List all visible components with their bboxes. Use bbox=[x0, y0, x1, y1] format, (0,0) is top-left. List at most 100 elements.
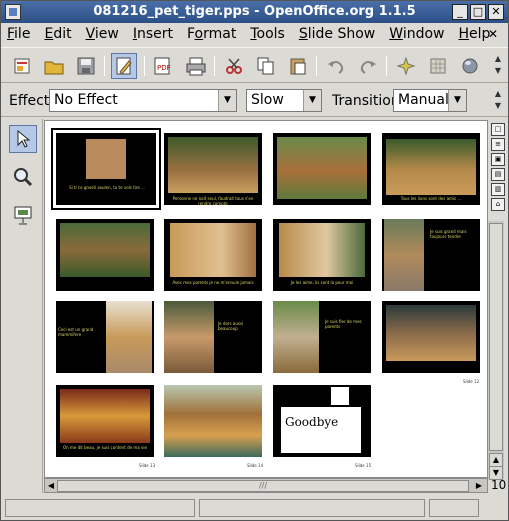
select-arrow-icon[interactable] bbox=[9, 125, 37, 153]
outline-view-icon[interactable]: ≡ bbox=[491, 138, 505, 151]
slide-thumbnail[interactable] bbox=[273, 133, 371, 205]
status-field-info bbox=[199, 499, 425, 517]
slide-thumbnail[interactable] bbox=[56, 219, 154, 291]
menu-insert[interactable]: Insert bbox=[133, 26, 173, 42]
menu-view[interactable]: View bbox=[86, 26, 119, 42]
chevron-down-icon[interactable]: ▼ bbox=[448, 90, 466, 111]
handout-view-icon[interactable]: ▥ bbox=[491, 183, 505, 196]
status-field-position bbox=[5, 499, 195, 517]
speed-select[interactable]: Slow ▼ bbox=[246, 89, 322, 112]
scroll-thumb[interactable]: /// bbox=[57, 480, 469, 492]
slide-caption: On me dit beau, je suis content de ma vi… bbox=[63, 445, 147, 450]
vertical-scrollbar[interactable]: ▲ ▼ bbox=[488, 221, 504, 480]
standard-toolbar: PDF ▲ ▼ bbox=[1, 47, 508, 83]
effect-label: Effect bbox=[9, 93, 50, 109]
speed-value: Slow bbox=[251, 92, 284, 108]
slide-thumbnail[interactable]: Je dors aussi beaucoup bbox=[164, 301, 262, 373]
status-bar bbox=[1, 496, 508, 520]
open-icon[interactable] bbox=[41, 53, 67, 79]
menu-edit[interactable]: Edit bbox=[44, 26, 71, 42]
slide-caption: Tous les lions sont des amis ... bbox=[400, 196, 462, 201]
new-icon[interactable] bbox=[9, 53, 35, 79]
slide-thumbnail[interactable]: Je suis grand mais toujours tendre bbox=[382, 219, 480, 291]
menu-slide-show[interactable]: Slide Show bbox=[299, 26, 375, 42]
slide-show-icon[interactable] bbox=[9, 201, 37, 229]
close-button[interactable]: ✕ bbox=[488, 4, 504, 20]
status-field-zoom[interactable] bbox=[429, 499, 479, 517]
slide-caption: Je les aime, ils sont la pour moi bbox=[290, 280, 354, 285]
slide-caption: Personne ne nait seul, faudrait tous s'e… bbox=[172, 196, 254, 206]
slide-number: Slide 14 bbox=[247, 463, 264, 468]
slide-caption: Je suis fier de mes parents bbox=[325, 319, 362, 329]
undo-icon[interactable] bbox=[323, 53, 349, 79]
slide-thumbnail[interactable]: Personne ne nait seul, faudrait tous s'e… bbox=[164, 133, 262, 206]
menu-bar: File Edit View Insert Format Tools Slide… bbox=[1, 23, 508, 45]
transition-value: Manual bbox=[398, 92, 449, 108]
notes-view-icon[interactable]: ▤ bbox=[491, 168, 505, 181]
slide-thumbnail[interactable]: On me dit beau, je suis content de ma vi… bbox=[56, 385, 154, 457]
effect-select[interactable]: No Effect ▼ bbox=[49, 89, 237, 112]
redo-icon[interactable] bbox=[355, 53, 381, 79]
slide-caption: Ceci est un grand mammifere bbox=[58, 327, 94, 337]
grid-icon[interactable] bbox=[425, 53, 451, 79]
slide-caption: Je suis grand mais toujours tendre bbox=[430, 229, 467, 239]
scroll-right-icon[interactable]: ▶ bbox=[473, 480, 485, 492]
goodbye-text: Goodbye bbox=[285, 415, 339, 429]
paste-icon[interactable] bbox=[285, 53, 311, 79]
scroll-left-icon[interactable]: ◀ bbox=[45, 480, 57, 492]
close-document-icon[interactable]: ✕ bbox=[486, 27, 500, 41]
transition-select[interactable]: Manual ▼ bbox=[393, 89, 467, 112]
slide-thumbnail[interactable]: Je suis fier de mes parents bbox=[273, 301, 371, 373]
effect-value: No Effect bbox=[54, 92, 118, 108]
export-pdf-icon[interactable]: PDF bbox=[151, 53, 177, 79]
slide-number: Slide 15 bbox=[355, 463, 372, 468]
slide-caption: Je dors aussi beaucoup bbox=[218, 321, 244, 331]
cut-icon[interactable] bbox=[221, 53, 247, 79]
slide-caption: Avec mes parents je ne m'ennuie jamais bbox=[172, 280, 254, 285]
slide-sorter[interactable]: Si ti ce gnesti seulen, tu te vols tire … bbox=[44, 120, 488, 478]
scroll-up-icon[interactable]: ▲ bbox=[489, 453, 503, 467]
maximize-button[interactable]: □ bbox=[470, 4, 486, 20]
slide-number: Slide 13 bbox=[139, 463, 156, 468]
toolbar-overflow-icon[interactable]: ▲ ▼ bbox=[492, 53, 504, 79]
slide-number: Slide 12 bbox=[463, 379, 480, 384]
slide-thumbnail[interactable]: Avec mes parents je ne m'ennuie jamais bbox=[164, 219, 262, 291]
sphere-icon[interactable] bbox=[457, 53, 483, 79]
drawing-view-icon[interactable]: □ bbox=[491, 123, 505, 136]
save-icon[interactable] bbox=[73, 53, 99, 79]
star-icon[interactable] bbox=[393, 53, 419, 79]
slide-thumbnail[interactable] bbox=[164, 385, 262, 457]
menu-window[interactable]: Window bbox=[389, 26, 444, 42]
impress-window: 081216_pet_tiger.pps - OpenOffice.org 1.… bbox=[0, 0, 509, 521]
toolbar-overflow-icon[interactable]: ▲ ▼ bbox=[492, 88, 504, 114]
slide-view-icon[interactable]: ▣ bbox=[491, 153, 505, 166]
zoom-readout: 10 bbox=[491, 478, 507, 492]
slide-thumbnail[interactable]: Si ti ce gnesti seulen, tu te vols tire … bbox=[51, 128, 161, 210]
chevron-down-icon[interactable]: ▼ bbox=[218, 90, 236, 111]
slide-thumbnail[interactable]: Ceci est un grand mammifere bbox=[56, 301, 154, 373]
transition-label: Transition bbox=[332, 93, 400, 109]
view-switcher: □ ≡ ▣ ▤ ▥ ⌂ bbox=[488, 120, 508, 220]
slide-thumbnail[interactable]: Je les aime, ils sont la pour moi bbox=[273, 219, 371, 291]
slide-thumbnail[interactable]: Tous les lions sont des amis ... bbox=[382, 133, 480, 205]
zoom-icon[interactable] bbox=[9, 163, 37, 191]
menu-file[interactable]: File bbox=[7, 26, 30, 42]
menu-tools[interactable]: Tools bbox=[250, 26, 285, 42]
chevron-down-icon[interactable]: ▼ bbox=[303, 90, 321, 111]
slide-thumbnail[interactable]: Goodbye bbox=[273, 385, 371, 457]
slide-caption: Si ti ce gnesti seulen, tu te vols tire … bbox=[69, 185, 145, 190]
window-title: 081216_pet_tiger.pps - OpenOffice.org 1.… bbox=[93, 4, 416, 19]
scroll-thumb[interactable] bbox=[489, 223, 503, 451]
pdf-label: PDF bbox=[157, 64, 171, 72]
drawing-toolbar bbox=[1, 119, 43, 493]
menu-format[interactable]: Format bbox=[187, 26, 236, 42]
print-icon[interactable] bbox=[183, 53, 209, 79]
horizontal-scrollbar[interactable]: ◀ /// ▶ bbox=[44, 478, 488, 493]
minimize-button[interactable]: _ bbox=[452, 4, 468, 20]
copy-icon[interactable] bbox=[253, 53, 279, 79]
slide-transition-toolbar: Effect No Effect ▼ Slow ▼ Transition Man… bbox=[1, 85, 508, 117]
edit-file-icon[interactable] bbox=[111, 53, 137, 79]
slide-thumbnail[interactable] bbox=[382, 301, 480, 373]
title-bar[interactable]: 081216_pet_tiger.pps - OpenOffice.org 1.… bbox=[1, 1, 508, 23]
slide-show-view-icon[interactable]: ⌂ bbox=[491, 198, 505, 211]
